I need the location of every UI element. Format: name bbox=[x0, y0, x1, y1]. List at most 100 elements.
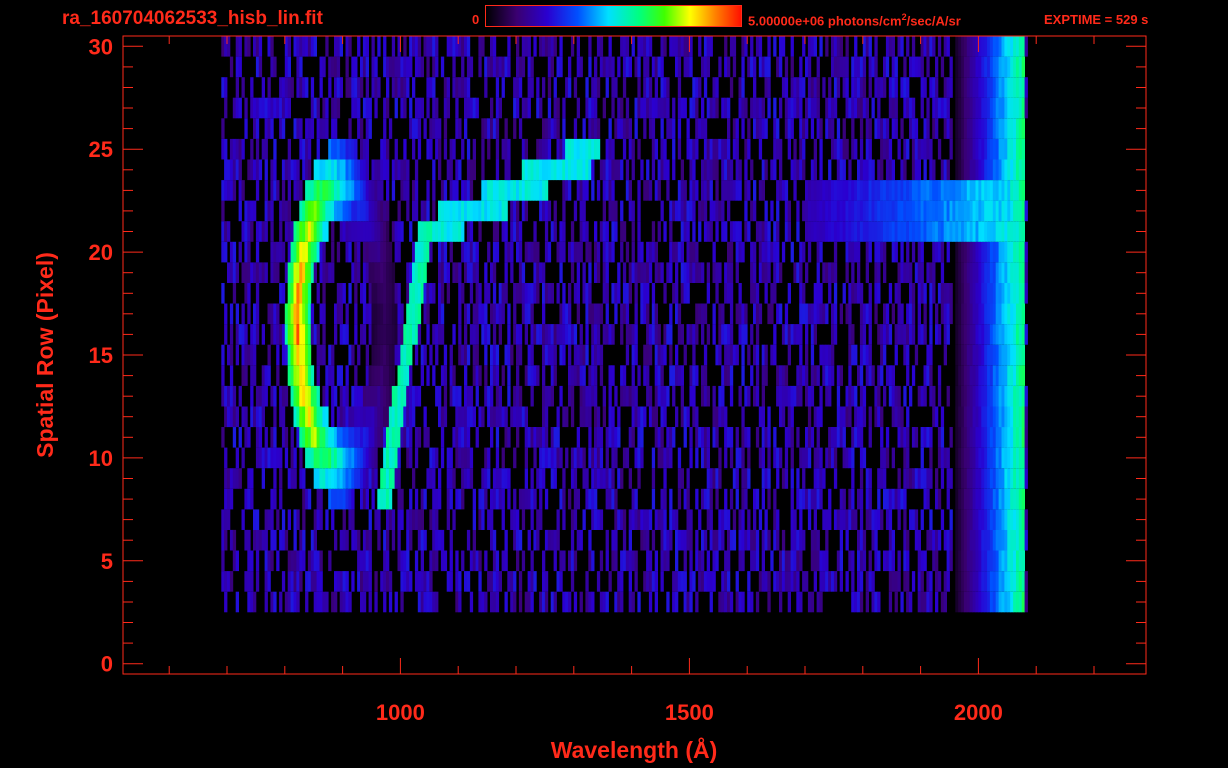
heatmap-cell bbox=[978, 385, 982, 407]
heatmap-cell bbox=[969, 509, 973, 530]
heatmap-cell bbox=[663, 36, 667, 57]
heatmap-cell bbox=[660, 385, 664, 407]
heatmap-cell bbox=[883, 324, 887, 345]
heatmap-cell bbox=[854, 221, 858, 242]
heatmap-cell bbox=[357, 385, 361, 407]
heatmap-cell bbox=[345, 159, 349, 181]
heatmap-cell bbox=[689, 427, 693, 448]
heatmap-cell bbox=[888, 200, 893, 222]
heatmap-cell bbox=[397, 488, 401, 510]
heatmap-cell bbox=[796, 488, 800, 510]
heatmap-cell bbox=[738, 303, 742, 325]
heatmap-cell bbox=[435, 591, 439, 613]
heatmap-cell bbox=[660, 159, 664, 181]
heatmap-cell bbox=[822, 77, 826, 98]
heatmap-cell bbox=[461, 138, 465, 160]
heatmap-cell bbox=[461, 200, 465, 222]
heatmap-cell bbox=[469, 56, 474, 78]
heatmap-cell bbox=[432, 118, 436, 139]
heatmap-cell bbox=[360, 159, 364, 181]
heatmap-cell bbox=[472, 509, 476, 530]
heatmap-cell bbox=[585, 221, 589, 242]
heatmap-cell bbox=[903, 488, 907, 510]
heatmap-cell bbox=[293, 262, 297, 283]
heatmap-cell bbox=[594, 241, 598, 263]
heatmap-cell bbox=[813, 303, 817, 325]
heatmap-cell bbox=[654, 591, 658, 613]
heatmap-cell bbox=[663, 138, 667, 160]
heatmap-cell bbox=[602, 406, 606, 428]
heatmap-cell bbox=[478, 550, 482, 572]
heatmap-cell bbox=[978, 571, 982, 592]
heatmap-cell bbox=[533, 571, 537, 592]
heatmap-cell bbox=[920, 550, 924, 572]
heatmap-cell bbox=[989, 385, 994, 407]
heatmap-cell bbox=[539, 447, 543, 469]
heatmap-cell bbox=[917, 550, 921, 572]
heatmap-cell bbox=[287, 550, 291, 572]
heatmap-cell bbox=[229, 324, 234, 345]
heatmap-cell bbox=[594, 365, 598, 386]
heatmap-cell bbox=[911, 138, 916, 160]
heatmap-cell bbox=[328, 550, 332, 572]
heatmap-cell bbox=[1001, 159, 1005, 181]
heatmap-cell bbox=[677, 241, 682, 263]
heatmap-cell bbox=[897, 427, 901, 448]
heatmap-cell bbox=[680, 529, 684, 551]
heatmap-cell bbox=[614, 303, 618, 325]
heatmap-cell bbox=[307, 488, 312, 510]
heatmap-cell bbox=[816, 529, 820, 551]
heatmap-cell bbox=[784, 365, 789, 386]
heatmap-cell bbox=[464, 324, 468, 345]
heatmap-cell bbox=[296, 571, 300, 592]
heatmap-cell bbox=[1021, 550, 1025, 572]
heatmap-cell bbox=[914, 118, 919, 139]
heatmap-cell bbox=[469, 324, 474, 345]
heatmap-cell bbox=[773, 241, 777, 263]
heatmap-cell bbox=[608, 427, 612, 448]
heatmap-cell bbox=[981, 283, 985, 304]
heatmap-cell bbox=[244, 36, 248, 57]
heatmap-cell bbox=[377, 427, 381, 448]
heatmap-cell bbox=[357, 468, 361, 489]
heatmap-cell bbox=[831, 200, 835, 222]
heatmap-cell bbox=[966, 488, 971, 510]
heatmap-cell bbox=[605, 303, 609, 325]
heatmap-cell bbox=[880, 138, 884, 160]
heatmap-cell bbox=[423, 591, 427, 613]
heatmap-cell bbox=[914, 180, 919, 201]
heatmap-cell bbox=[388, 344, 393, 366]
heatmap-cell bbox=[1004, 159, 1008, 181]
heatmap-cell bbox=[909, 283, 913, 304]
heatmap-cell bbox=[466, 36, 471, 57]
heatmap-cell bbox=[972, 138, 976, 160]
heatmap-cell bbox=[368, 118, 372, 139]
heatmap-cell bbox=[536, 180, 540, 201]
heatmap-cell bbox=[1007, 509, 1011, 530]
heatmap-cell bbox=[657, 180, 661, 201]
heatmap-cell bbox=[703, 529, 708, 551]
heatmap-cell bbox=[877, 406, 881, 428]
heatmap-cell bbox=[660, 97, 664, 119]
heatmap-cell bbox=[224, 77, 228, 98]
heatmap-cell bbox=[602, 221, 606, 242]
heatmap-cell bbox=[264, 97, 268, 119]
heatmap-cell bbox=[787, 385, 791, 407]
heatmap-cell bbox=[550, 591, 554, 613]
heatmap-cell bbox=[903, 56, 907, 78]
heatmap-cell bbox=[235, 344, 239, 366]
heatmap-cell bbox=[539, 180, 543, 201]
heatmap-cell bbox=[579, 406, 583, 428]
heatmap-cell bbox=[865, 97, 869, 119]
heatmap-cell bbox=[868, 488, 872, 510]
heatmap-cell bbox=[518, 118, 523, 139]
heatmap-cell bbox=[660, 406, 664, 428]
heatmap-cell bbox=[432, 97, 436, 119]
heatmap-cell bbox=[440, 241, 445, 263]
heatmap-cell bbox=[854, 385, 858, 407]
heatmap-cell bbox=[972, 303, 976, 325]
heatmap-cell bbox=[935, 303, 939, 325]
heatmap-cell bbox=[446, 97, 450, 119]
heatmap-cell bbox=[516, 56, 520, 78]
heatmap-cell bbox=[833, 241, 838, 263]
